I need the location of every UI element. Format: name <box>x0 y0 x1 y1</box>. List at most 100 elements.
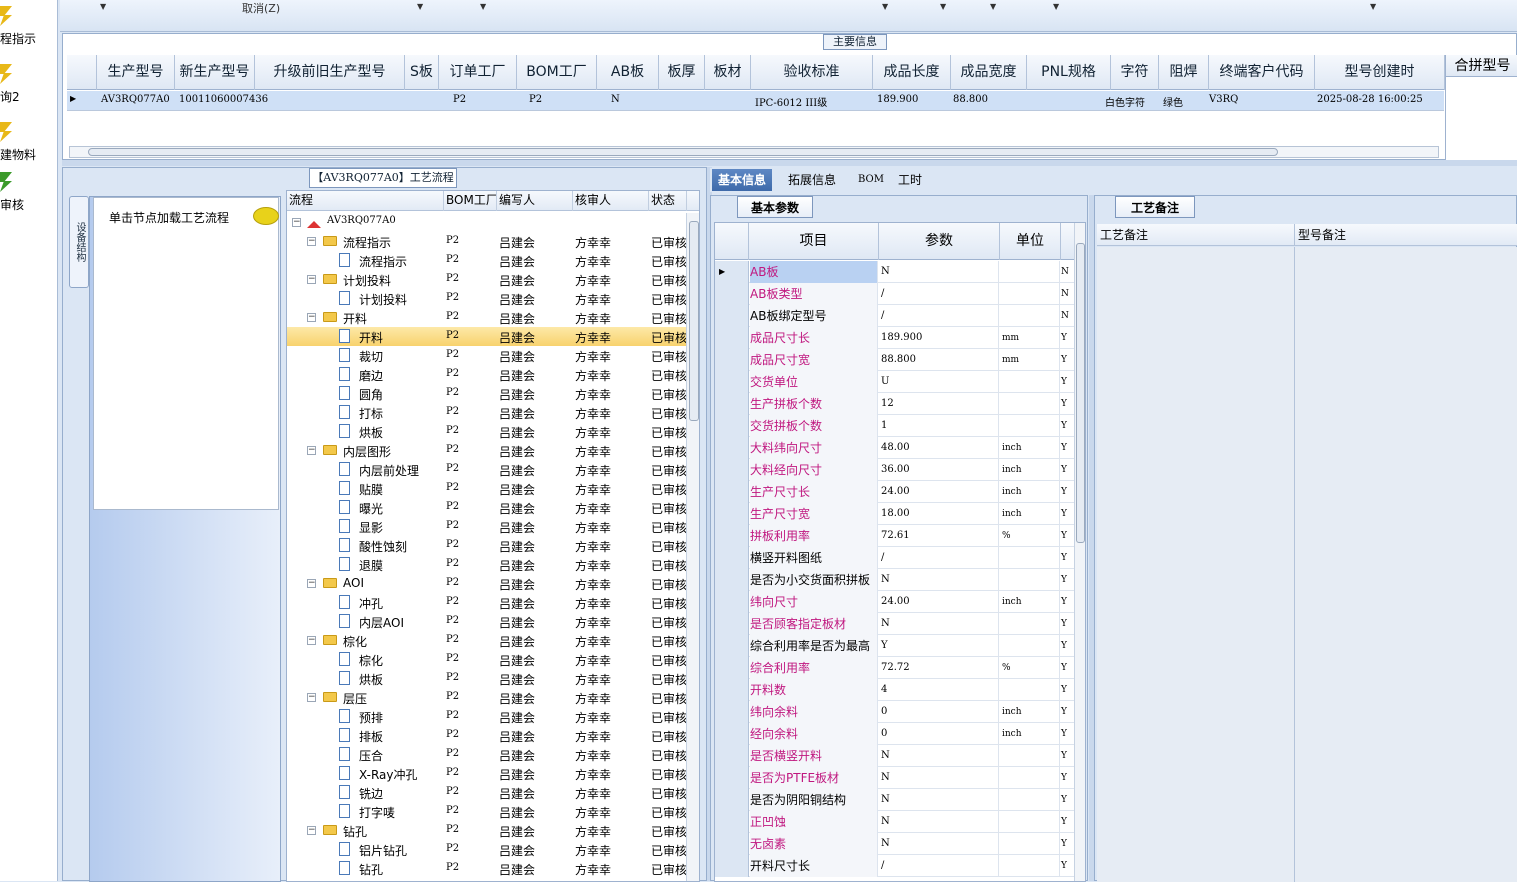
row-selector[interactable] <box>715 613 749 635</box>
row-selector[interactable] <box>715 811 749 833</box>
basic-row[interactable]: 成品尺寸宽 88.800 mm Y <box>715 349 1075 371</box>
cell-BOM工厂[interactable]: P2 <box>529 94 542 105</box>
basic-row[interactable]: 大料纬向尺寸 48.00 inch Y <box>715 437 1075 459</box>
dropdown-arrow-icon[interactable]: ▼ <box>480 2 486 11</box>
tab-3[interactable]: 工时 <box>892 169 928 191</box>
basic-row[interactable]: 交货拼板个数 1 Y <box>715 415 1075 437</box>
row-selector[interactable] <box>715 547 749 569</box>
row-selector[interactable] <box>715 503 749 525</box>
param-value[interactable]: N <box>879 811 999 833</box>
param-value[interactable]: 1 <box>879 415 999 437</box>
row-selector[interactable] <box>715 789 749 811</box>
row-selector[interactable] <box>715 701 749 723</box>
cell-字符[interactable]: 白色字符 <box>1105 94 1145 109</box>
param-value[interactable]: 48.00 <box>879 437 999 459</box>
main-horizontal-scrollbar[interactable] <box>69 146 1439 158</box>
tree-row[interactable]: − 内层图形 P2 吕建会 方幸幸 已审核 <box>287 441 687 460</box>
row-selector[interactable] <box>715 459 749 481</box>
tree-row[interactable]: 流程指示 P2 吕建会 方幸幸 已审核 <box>287 251 687 270</box>
dropdown-arrow-icon[interactable]: ▼ <box>1053 2 1059 11</box>
tree-row[interactable]: 圆角 P2 吕建会 方幸幸 已审核 <box>287 384 687 403</box>
row-selector[interactable] <box>715 437 749 459</box>
collapse-icon[interactable]: − <box>292 218 301 227</box>
cell-成品宽度[interactable]: 88.800 <box>953 94 988 105</box>
param-value[interactable]: N <box>879 833 999 855</box>
collapse-icon[interactable]: − <box>307 693 316 702</box>
basic-grid-scrollbar[interactable] <box>1074 223 1085 881</box>
col-header[interactable]: 升级前旧生产型号 <box>255 55 405 90</box>
basic-row[interactable]: 综合利用率 72.72% Y <box>715 657 1075 679</box>
tree-row[interactable]: − AOI P2 吕建会 方幸幸 已审核 <box>287 574 687 593</box>
row-selector[interactable] <box>715 833 749 855</box>
nav-item[interactable]: 询2 <box>0 62 56 108</box>
basic-col-header[interactable]: 参数 <box>879 223 1000 260</box>
tree-row[interactable]: − 棕化 P2 吕建会 方幸幸 已审核 <box>287 631 687 650</box>
tree-row[interactable]: 预排 P2 吕建会 方幸幸 已审核 <box>287 707 687 726</box>
col-model-notes[interactable]: 型号备注 <box>1295 224 1517 246</box>
param-value[interactable]: 72.72 <box>879 657 999 679</box>
tree-row[interactable]: 棕化 P2 吕建会 方幸幸 已审核 <box>287 650 687 669</box>
param-value[interactable]: N <box>879 613 999 635</box>
tree-row[interactable]: 铣边 P2 吕建会 方幸幸 已审核 <box>287 783 687 802</box>
tree-row[interactable]: − 层压 P2 吕建会 方幸幸 已审核 <box>287 688 687 707</box>
basic-row[interactable]: 交货单位 U Y <box>715 371 1075 393</box>
cell-成品长度[interactable]: 189.900 <box>877 94 918 105</box>
row-selector[interactable] <box>715 327 749 349</box>
tree-row[interactable]: − 计划投料 P2 吕建会 方幸幸 已审核 <box>287 270 687 289</box>
param-value[interactable]: 36.00 <box>879 459 999 481</box>
collapse-icon[interactable]: − <box>307 237 316 246</box>
tree-row[interactable]: 裁切 P2 吕建会 方幸幸 已审核 <box>287 346 687 365</box>
col-header[interactable]: 型号创建时 <box>1315 55 1445 90</box>
collapse-icon[interactable]: − <box>307 636 316 645</box>
row-selector[interactable] <box>715 723 749 745</box>
row-selector[interactable] <box>715 283 749 305</box>
col-header[interactable]: 成品宽度 <box>951 55 1027 90</box>
row-selector[interactable] <box>715 767 749 789</box>
param-value[interactable]: N <box>879 789 999 811</box>
param-value[interactable]: / <box>879 855 999 877</box>
tree-row[interactable]: 铝片钻孔 P2 吕建会 方幸幸 已审核 <box>287 840 687 859</box>
basic-row[interactable]: AB板类型 / N <box>715 283 1075 305</box>
basic-row[interactable]: 经向余料 0 inch Y <box>715 723 1075 745</box>
basic-row[interactable]: 横竖开料图纸 / Y <box>715 547 1075 569</box>
param-value[interactable]: N <box>879 745 999 767</box>
param-value[interactable]: N <box>879 569 999 591</box>
basic-row[interactable]: 无卤素 N Y <box>715 833 1075 855</box>
tree-row[interactable]: − 钻孔 P2 吕建会 方幸幸 已审核 <box>287 821 687 840</box>
cancel-button[interactable]: 取消(Z) <box>242 0 280 16</box>
dropdown-arrow-icon[interactable]: ▼ <box>1370 2 1376 11</box>
cell-终端客户代码[interactable]: V3RQ <box>1209 94 1238 105</box>
basic-row[interactable]: 生产尺寸宽 18.00 inch Y <box>715 503 1075 525</box>
basic-row[interactable]: 开料尺寸长 / Y <box>715 855 1075 877</box>
cell-AB板[interactable]: N <box>611 94 620 105</box>
scroll-thumb[interactable] <box>1076 243 1085 543</box>
row-selector[interactable] <box>715 855 749 877</box>
param-value[interactable]: / <box>879 547 999 569</box>
dropdown-arrow-icon[interactable]: ▼ <box>940 2 946 11</box>
row-selector[interactable] <box>715 635 749 657</box>
nav-item[interactable]: 建物料 <box>0 120 56 166</box>
param-value[interactable]: 24.00 <box>879 481 999 503</box>
collapse-icon[interactable]: − <box>307 275 316 284</box>
tree-row[interactable]: 酸性蚀刻 P2 吕建会 方幸幸 已审核 <box>287 536 687 555</box>
tab-0[interactable]: 基本信息 <box>712 169 773 191</box>
cell-新生产型号[interactable]: 10011060007436 <box>179 94 268 105</box>
tree-row[interactable]: 打标 P2 吕建会 方幸幸 已审核 <box>287 403 687 422</box>
col-header[interactable]: 阻焊 <box>1159 55 1209 90</box>
tree-row[interactable]: 打字唛 P2 吕建会 方幸幸 已审核 <box>287 802 687 821</box>
tree-row[interactable]: 曝光 P2 吕建会 方幸幸 已审核 <box>287 498 687 517</box>
row-selector[interactable] <box>715 481 749 503</box>
nav-item[interactable]: 程指示 <box>0 4 56 50</box>
row-selector[interactable] <box>715 657 749 679</box>
param-value[interactable]: / <box>879 283 999 305</box>
basic-row[interactable]: 综合利用率是否为最高 Y Y <box>715 635 1075 657</box>
col-header[interactable]: AB板 <box>597 55 659 90</box>
tree-col-header[interactable]: 状态 <box>649 191 687 211</box>
tab-1[interactable]: 拓展信息 <box>782 169 842 191</box>
param-value[interactable]: 72.61 <box>879 525 999 547</box>
tab-2[interactable]: BOM <box>852 169 890 191</box>
process-tree-scrollbar[interactable] <box>686 213 699 881</box>
collapse-icon[interactable]: − <box>307 446 316 455</box>
basic-row[interactable]: 生产拼板个数 12 Y <box>715 393 1075 415</box>
param-value[interactable]: N <box>879 261 999 283</box>
